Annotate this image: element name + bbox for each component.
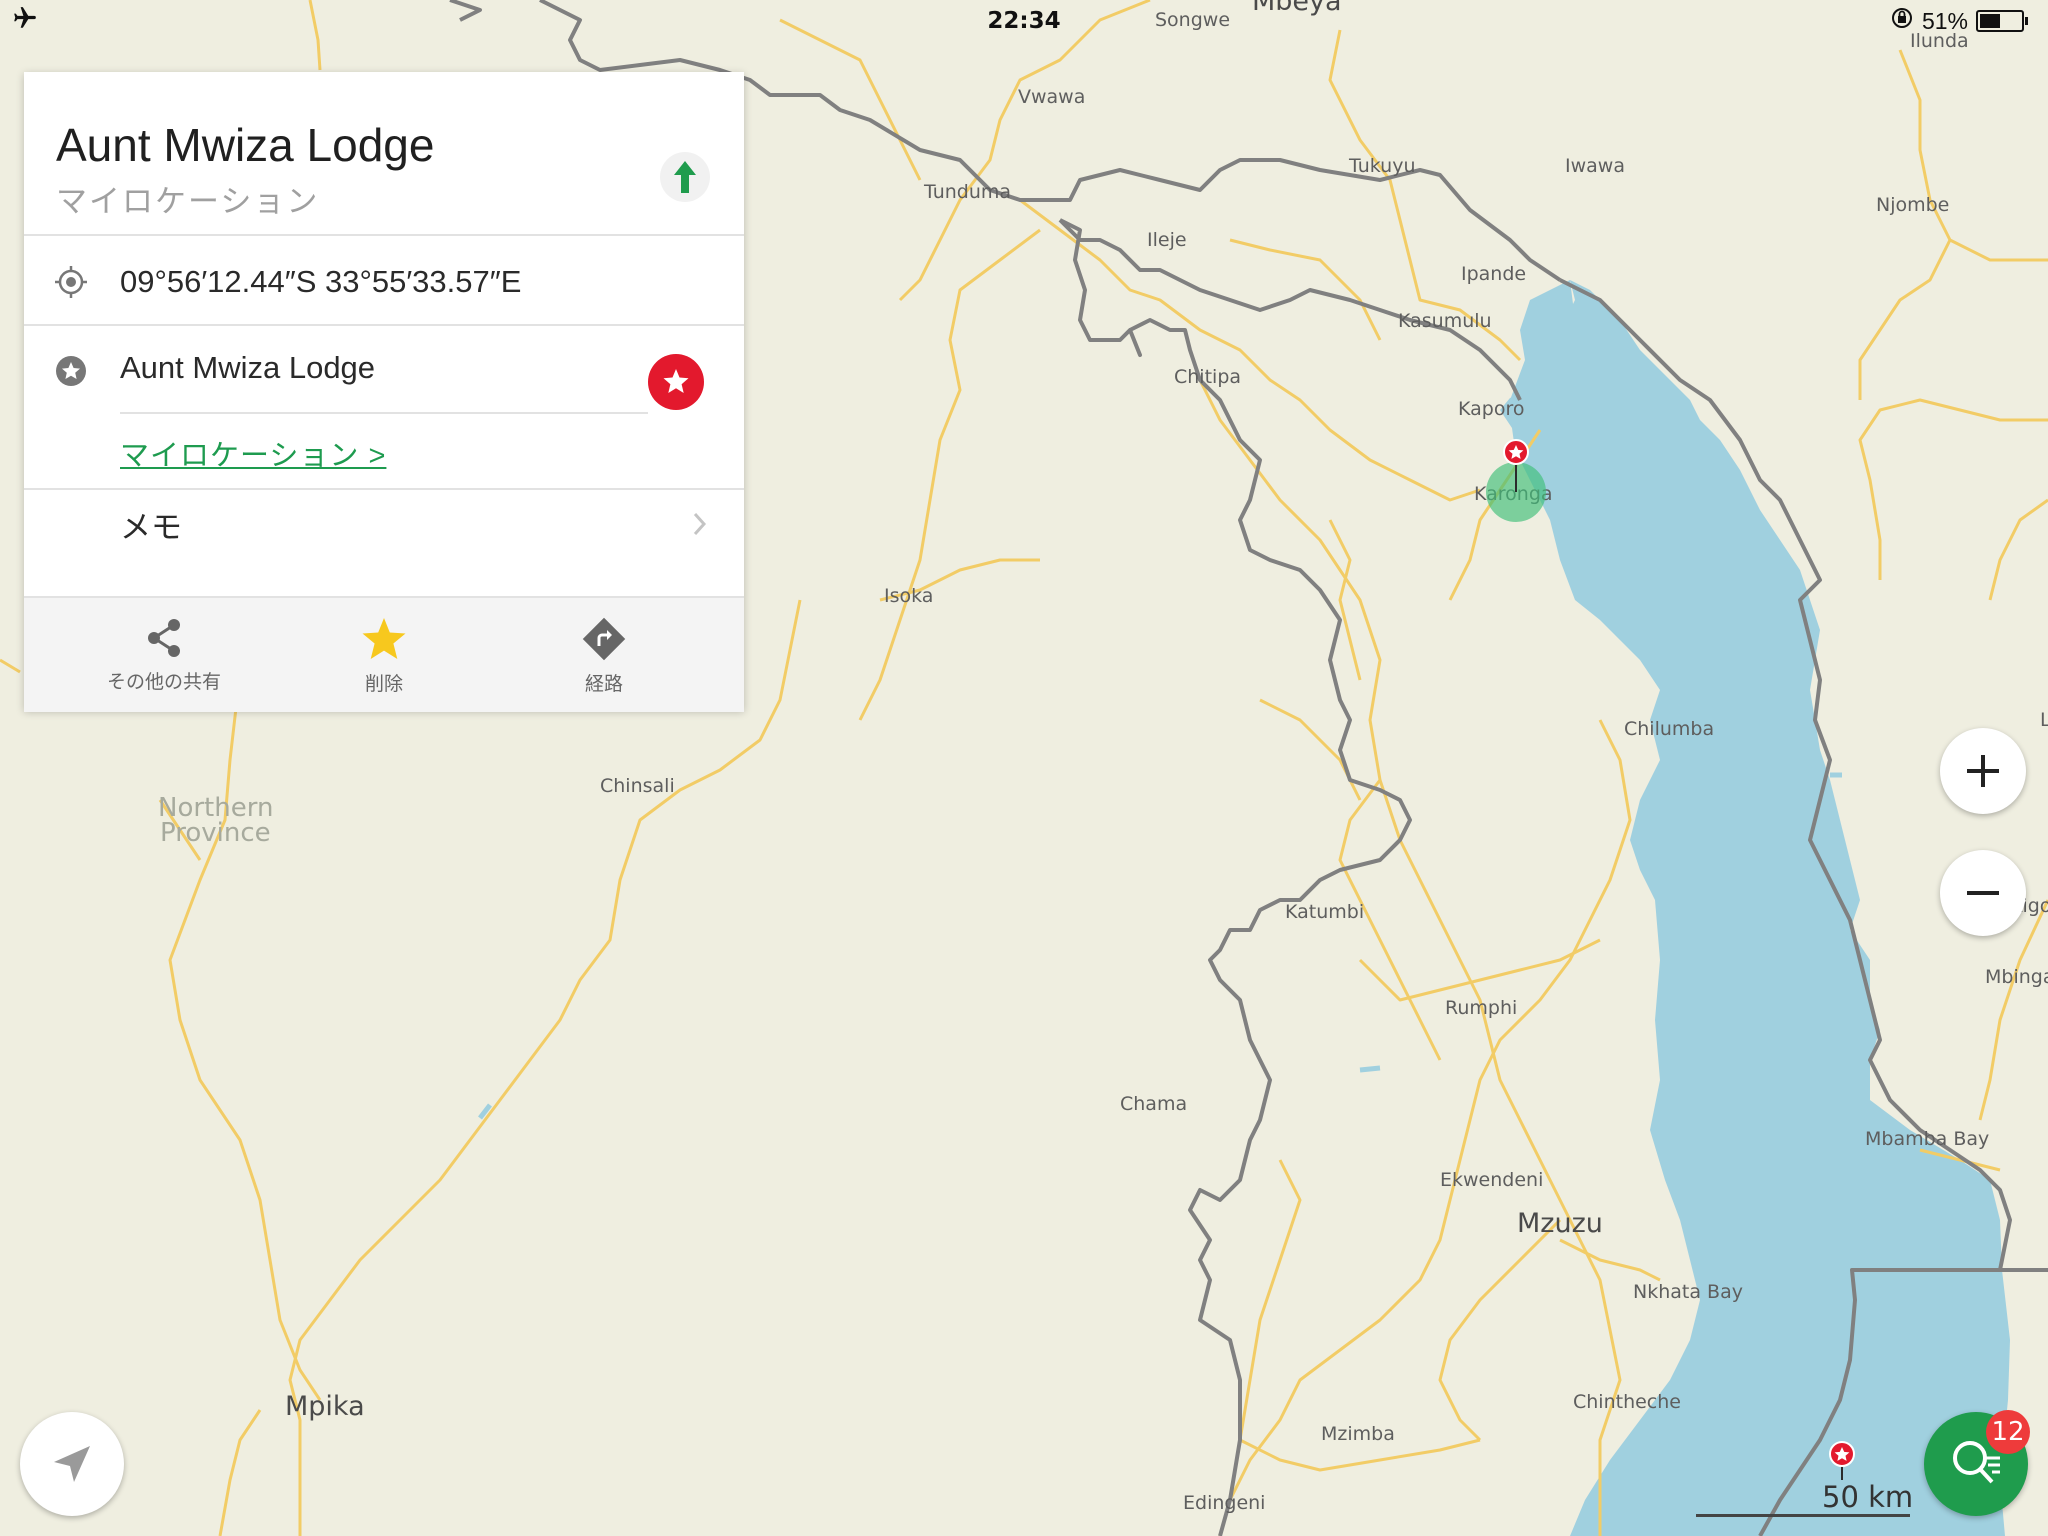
map-label-ipande: Ipande <box>1461 263 1526 285</box>
place-card: Aunt Mwiza Lodge マイロケーション 09°56′12.44″S … <box>24 72 744 712</box>
share-icon <box>148 619 180 657</box>
zoom-out-button[interactable] <box>1940 850 2026 936</box>
map-label-mzuzu: Mzuzu <box>1517 1208 1603 1239</box>
route-label: 経路 <box>584 674 623 695</box>
map-label-njombe: Njombe <box>1876 194 1949 216</box>
map-label-katumbi: Katumbi <box>1285 901 1364 923</box>
map-label-chintheche: Chintheche <box>1573 1391 1681 1413</box>
share-button[interactable]: その他の共有 <box>64 616 264 694</box>
divider <box>120 412 648 414</box>
map-label-mbinga: Mbinga <box>1985 966 2048 988</box>
my-location-button[interactable] <box>20 1412 124 1516</box>
direction-arrow-button[interactable] <box>660 152 710 202</box>
coordinates-text[interactable]: 09°56′12.44″S 33°55′33.57″E <box>120 264 521 300</box>
rotation-lock-icon <box>1890 6 1914 36</box>
results-count-badge: 12 <box>1986 1410 2030 1454</box>
map-label-iwawa: Iwawa <box>1565 155 1625 177</box>
divider <box>24 488 744 490</box>
bookmark-star-icon <box>54 354 88 393</box>
chevron-right-icon <box>692 510 708 543</box>
map-label-tunduma: Tunduma <box>923 181 1011 203</box>
map-label-edingeni: Edingeni <box>1183 1492 1265 1514</box>
bookmark-pin-karonga <box>1503 439 1529 465</box>
map-label-vwawa: Vwawa <box>1018 86 1085 108</box>
divider <box>24 324 744 326</box>
share-label: その他の共有 <box>106 672 221 693</box>
map-label-nkhata-bay: Nkhata Bay <box>1633 1281 1743 1303</box>
map-label-ekwendeni: Ekwendeni <box>1440 1169 1543 1191</box>
map-label-chilumba: Chilumba <box>1624 718 1714 740</box>
map-label-l-edge: L <box>2040 709 2048 731</box>
map-label-mbamba-bay: Mbamba Bay <box>1865 1128 1989 1150</box>
delete-label: 削除 <box>364 674 403 695</box>
map-label-tukuyu: Tukuyu <box>1348 155 1416 177</box>
status-bar: 22:34 51% <box>0 0 2048 40</box>
place-subtitle: マイロケーション <box>56 184 320 219</box>
status-time: 22:34 <box>987 8 1061 34</box>
map-label-mzimba: Mzimba <box>1321 1423 1395 1445</box>
place-title: Aunt Mwiza Lodge <box>56 119 435 171</box>
star-icon <box>362 618 406 659</box>
battery-percent: 51% <box>1921 7 1968 34</box>
bookmark-category-link[interactable]: マイロケーション > <box>120 432 386 474</box>
crosshair-icon <box>54 265 88 304</box>
map-label-rumphi: Rumphi <box>1445 997 1517 1019</box>
map-label-chitipa: Chitipa <box>1174 366 1241 388</box>
map-scale-bar <box>1696 1514 1910 1517</box>
bookmark-color-button[interactable] <box>648 354 704 410</box>
route-icon <box>582 617 626 661</box>
delete-bookmark-button[interactable]: 削除 <box>284 616 484 696</box>
zoom-in-button[interactable] <box>1940 728 2026 814</box>
arrow-up-icon <box>674 161 696 193</box>
map-label-chama: Chama <box>1120 1093 1187 1115</box>
map-scale-label: 50 km <box>1822 1480 1914 1514</box>
star-icon <box>663 369 689 393</box>
plus-icon <box>1967 755 1999 787</box>
location-arrow-icon <box>54 1446 90 1482</box>
map-label-isoka: Isoka <box>884 585 933 607</box>
map-label-kaporo: Kaporo <box>1458 398 1524 420</box>
divider <box>24 234 744 236</box>
route-button[interactable]: 経路 <box>504 616 704 696</box>
map-label-mpika: Mpika <box>285 1391 365 1422</box>
map-label-ileje: Ileje <box>1147 229 1187 251</box>
map-label-province: Province <box>160 818 271 848</box>
bookmark-name-field[interactable]: Aunt Mwiza Lodge <box>120 350 375 386</box>
minus-icon <box>1967 891 1999 895</box>
battery-icon <box>1976 10 2028 32</box>
memo-row[interactable]: メモ <box>120 502 182 547</box>
map-label-kasumulu: Kasumulu <box>1398 310 1492 332</box>
action-bar: その他の共有 削除 経路 <box>24 596 744 712</box>
map-label-chinsali: Chinsali <box>600 775 675 797</box>
